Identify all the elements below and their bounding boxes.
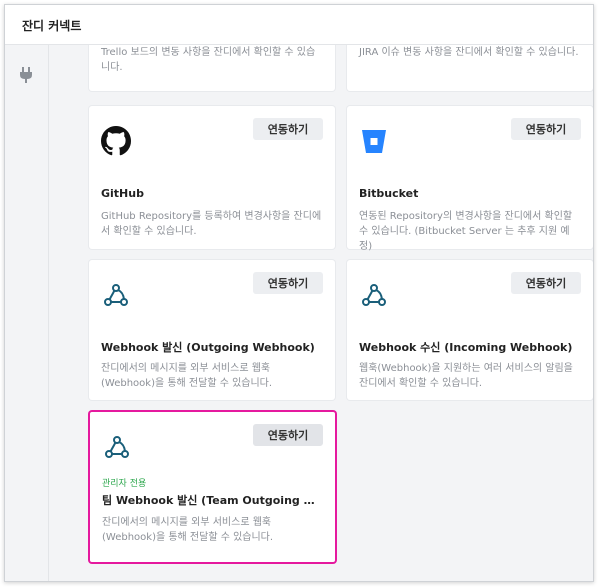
card-team-webhook-outgoing[interactable]: 연동하기 관리자 전용 팀 Webhook 발신 (Team Outgoing … (90, 412, 335, 562)
webhook-icon (104, 284, 128, 306)
connect-list[interactable]: Trello 보드의 변동 사항을 잔디에서 확인할 수 있습니다. JIRA … (49, 45, 593, 581)
card-github[interactable]: 연동하기 GitHub GitHub Repository를 등록하여 변경사항… (89, 106, 335, 249)
card-desc: 연동된 Repository의 변경사항을 잔디에서 확인할 수 있습니다. (… (359, 211, 573, 252)
plug-icon[interactable] (19, 67, 33, 83)
connect-button[interactable]: 연동하기 (253, 424, 323, 446)
webhook-icon (105, 436, 129, 458)
connect-button[interactable]: 연동하기 (253, 272, 323, 294)
card-desc: 잔디에서의 메시지를 외부 서비스로 웹훅(Webhook)을 통해 전달할 수… (101, 363, 273, 389)
card-trello[interactable]: Trello 보드의 변동 사항을 잔디에서 확인할 수 있습니다. (89, 45, 335, 91)
card-title: 팀 Webhook 발신 (Team Outgoing Webhook) (102, 494, 323, 507)
card-desc: JIRA 이슈 변동 사항을 잔디에서 확인할 수 있습니다. (359, 47, 579, 58)
jandi-connect-window: 잔디 커넥트 Trello 보드의 변동 사항을 잔디에서 확인할 수 있습니다… (4, 4, 594, 582)
connect-button[interactable]: 연동하기 (253, 118, 323, 140)
card-title: Webhook 발신 (Outgoing Webhook) (101, 341, 315, 354)
window-header: 잔디 커넥트 (5, 5, 593, 45)
sidebar (5, 45, 49, 581)
card-desc: 잔디에서의 메시지를 외부 서비스로 웹훅(Webhook)을 통해 전달할 수… (102, 517, 274, 543)
card-title: GitHub (101, 187, 144, 200)
connect-button[interactable]: 연동하기 (511, 118, 581, 140)
card-desc: GitHub Repository를 등록하여 변경사항을 잔디에서 확인할 수… (101, 211, 322, 237)
card-title: Webhook 수신 (Incoming Webhook) (359, 341, 573, 354)
card-title: Bitbucket (359, 187, 419, 200)
card-webhook-outgoing[interactable]: 연동하기 Webhook 발신 (Outgoing Webhook) 잔디에서의… (89, 260, 335, 400)
github-icon (101, 126, 131, 156)
card-bitbucket[interactable]: 연동하기 Bitbucket 연동된 Repository의 변경사항을 잔디에… (347, 106, 593, 252)
connect-button[interactable]: 연동하기 (511, 272, 581, 294)
card-desc: Trello 보드의 변동 사항을 잔디에서 확인할 수 있습니다. (101, 47, 316, 73)
webhook-icon (362, 284, 386, 306)
card-jira[interactable]: JIRA 이슈 변동 사항을 잔디에서 확인할 수 있습니다. (347, 45, 593, 91)
bitbucket-icon (362, 130, 386, 153)
admin-only-badge: 관리자 전용 (102, 479, 147, 489)
card-webhook-incoming[interactable]: 연동하기 Webhook 수신 (Incoming Webhook) 웹훅(We… (347, 260, 593, 400)
card-desc: 웹훅(Webhook)을 지원하는 여러 서비스의 알림을 잔디에서 확인할 수… (359, 363, 573, 389)
window-title: 잔디 커넥트 (22, 19, 82, 33)
